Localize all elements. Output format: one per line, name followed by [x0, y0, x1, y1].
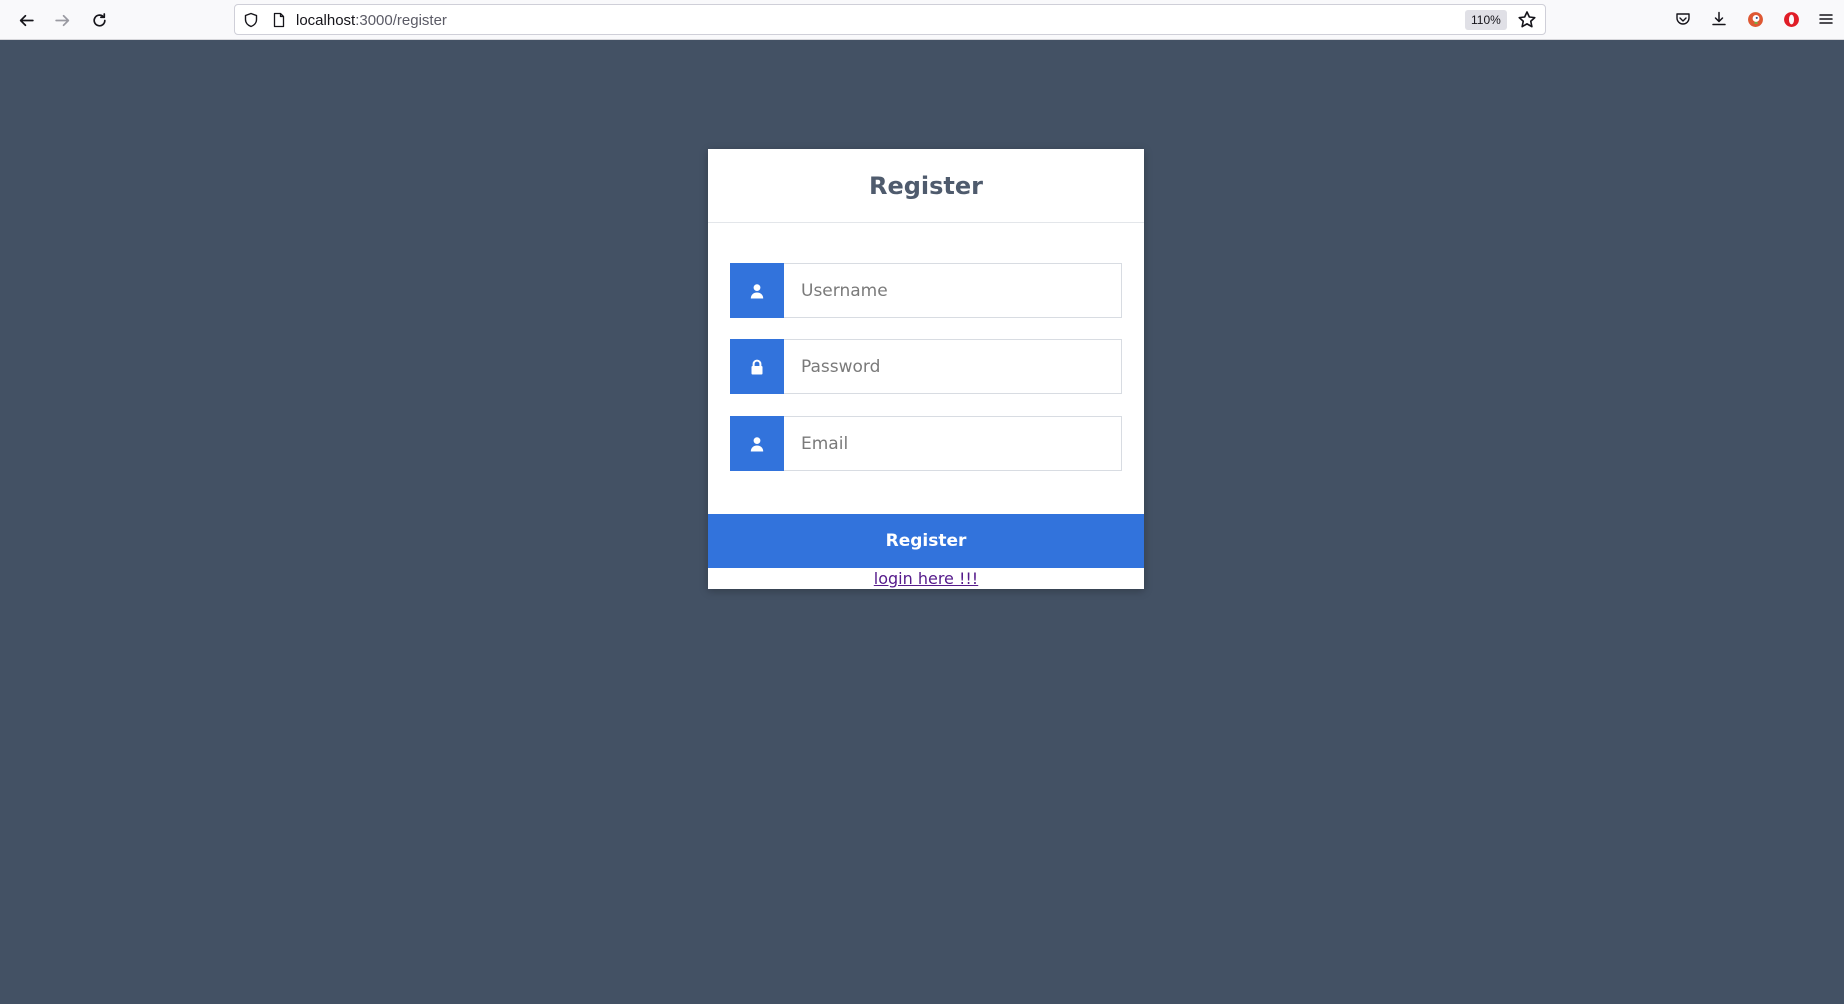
- register-button[interactable]: Register: [708, 514, 1144, 568]
- url-host: localhost: [296, 12, 356, 29]
- opera-extension-icon[interactable]: [1780, 8, 1802, 30]
- login-link[interactable]: login here !!!: [708, 568, 1144, 589]
- email-input[interactable]: [784, 416, 1122, 471]
- lock-icon: [730, 339, 784, 394]
- download-icon[interactable]: [1708, 8, 1730, 30]
- reload-icon[interactable]: [85, 6, 113, 34]
- user-icon: [730, 416, 784, 471]
- page-icon[interactable]: [271, 12, 287, 28]
- password-input[interactable]: [784, 339, 1122, 394]
- pocket-icon[interactable]: [1672, 8, 1694, 30]
- url-text[interactable]: localhost:3000/register: [296, 12, 447, 29]
- url-path: :3000/register: [355, 12, 447, 29]
- card-header: Register: [708, 149, 1144, 223]
- hamburger-menu-icon[interactable]: [1815, 8, 1837, 30]
- password-field: [730, 339, 1122, 394]
- user-icon: [730, 263, 784, 318]
- username-input[interactable]: [784, 263, 1122, 318]
- page-title: Register: [868, 171, 984, 200]
- tracking-shield-icon[interactable]: [243, 12, 259, 28]
- forward-arrow-icon[interactable]: [48, 6, 76, 34]
- zoom-level-badge[interactable]: 110%: [1465, 10, 1507, 30]
- browser-toolbar: localhost:3000/register 110%: [0, 0, 1844, 40]
- bookmark-star-icon[interactable]: [1517, 10, 1537, 30]
- email-field: [730, 416, 1122, 471]
- username-field: [730, 263, 1122, 318]
- duckduckgo-extension-icon[interactable]: [1744, 8, 1766, 30]
- url-bar[interactable]: localhost:3000/register 110%: [234, 4, 1546, 35]
- back-arrow-icon[interactable]: [12, 6, 40, 34]
- register-card: Register Register login here !!!: [708, 149, 1144, 589]
